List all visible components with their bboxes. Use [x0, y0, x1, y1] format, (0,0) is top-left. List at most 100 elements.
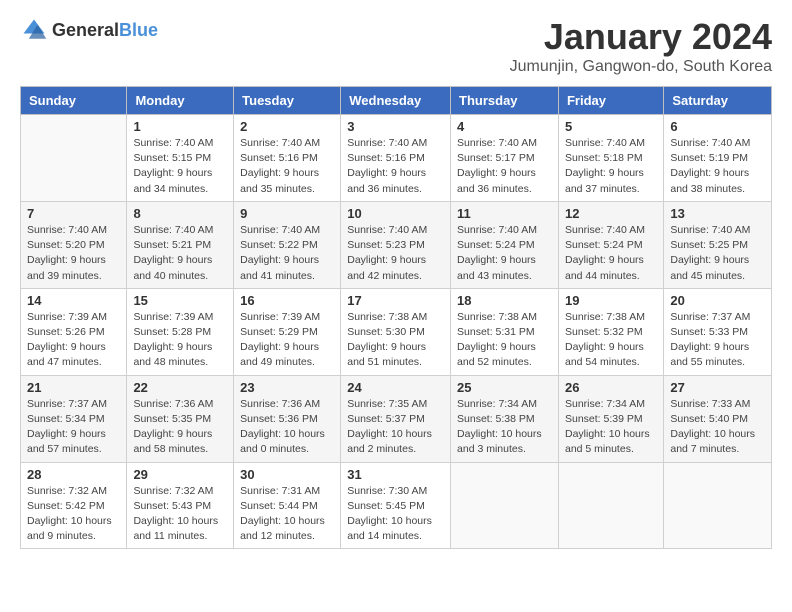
calendar-cell: 15 Sunrise: 7:39 AMSunset: 5:28 PMDayligh… — [127, 288, 234, 375]
calendar-cell: 16 Sunrise: 7:39 AMSunset: 5:29 PMDayligh… — [234, 288, 341, 375]
weekday-header-monday: Monday — [127, 87, 234, 115]
day-number: 3 — [347, 119, 444, 134]
calendar-cell: 30 Sunrise: 7:31 AMSunset: 5:44 PMDayligh… — [234, 462, 341, 549]
day-number: 16 — [240, 293, 334, 308]
day-info: Sunrise: 7:37 AMSunset: 5:33 PMDaylight:… — [670, 310, 765, 371]
day-info: Sunrise: 7:40 AMSunset: 5:19 PMDaylight:… — [670, 136, 765, 197]
day-number: 5 — [565, 119, 657, 134]
calendar-cell — [558, 462, 663, 549]
day-number: 21 — [27, 380, 120, 395]
calendar-week-row: 7 Sunrise: 7:40 AMSunset: 5:20 PMDaylight… — [21, 201, 772, 288]
day-number: 11 — [457, 206, 552, 221]
calendar-cell: 22Sunrise: 7:36 AMSunset: 5:35 PMDayligh… — [127, 375, 234, 462]
calendar-week-row: 21 Sunrise: 7:37 AMSunset: 5:34 PMDayligh… — [21, 375, 772, 462]
day-number: 7 — [27, 206, 120, 221]
calendar-cell — [664, 462, 772, 549]
day-info: Sunrise: 7:40 AMSunset: 5:20 PMDaylight:… — [27, 223, 120, 284]
day-number: 28 — [27, 467, 120, 482]
day-number: 19 — [565, 293, 657, 308]
day-number: 14 — [27, 293, 120, 308]
day-number: 22 — [133, 380, 227, 395]
title-block: January 2024 Jumunjin, Gangwon-do, South… — [510, 16, 772, 76]
day-info: Sunrise: 7:40 AMSunset: 5:16 PMDaylight:… — [347, 136, 444, 197]
day-info: Sunrise: 7:37 AMSunset: 5:34 PMDaylight:… — [27, 397, 120, 458]
day-number: 12 — [565, 206, 657, 221]
day-info: Sunrise: 7:31 AMSunset: 5:44 PMDaylight:… — [240, 484, 334, 545]
calendar-cell: 1 Sunrise: 7:40 AMSunset: 5:15 PMDaylight… — [127, 115, 234, 202]
calendar-cell: 26Sunrise: 7:34 AMSunset: 5:39 PMDayligh… — [558, 375, 663, 462]
day-number: 17 — [347, 293, 444, 308]
day-number: 8 — [133, 206, 227, 221]
day-info: Sunrise: 7:40 AMSunset: 5:22 PMDaylight:… — [240, 223, 334, 284]
page-header: GeneralBlue January 2024 Jumunjin, Gangw… — [20, 16, 772, 76]
calendar-header-row: SundayMondayTuesdayWednesdayThursdayFrid… — [21, 87, 772, 115]
calendar-week-row: 14 Sunrise: 7:39 AMSunset: 5:26 PMDayligh… — [21, 288, 772, 375]
calendar-cell: 18Sunrise: 7:38 AMSunset: 5:31 PMDayligh… — [451, 288, 559, 375]
calendar-cell: 28 Sunrise: 7:32 AMSunset: 5:42 PMDayligh… — [21, 462, 127, 549]
calendar-cell — [451, 462, 559, 549]
calendar-cell: 21 Sunrise: 7:37 AMSunset: 5:34 PMDayligh… — [21, 375, 127, 462]
weekday-header-friday: Friday — [558, 87, 663, 115]
weekday-header-tuesday: Tuesday — [234, 87, 341, 115]
calendar-cell: 5 Sunrise: 7:40 AMSunset: 5:18 PMDaylight… — [558, 115, 663, 202]
calendar-week-row: 28 Sunrise: 7:32 AMSunset: 5:42 PMDayligh… — [21, 462, 772, 549]
day-info: Sunrise: 7:30 AMSunset: 5:45 PMDaylight:… — [347, 484, 444, 545]
calendar-cell: 10 Sunrise: 7:40 AMSunset: 5:23 PMDayligh… — [341, 201, 451, 288]
day-number: 1 — [133, 119, 227, 134]
day-number: 20 — [670, 293, 765, 308]
logo-text: GeneralBlue — [52, 20, 158, 41]
logo-blue: Blue — [119, 20, 158, 40]
calendar-cell: 7 Sunrise: 7:40 AMSunset: 5:20 PMDaylight… — [21, 201, 127, 288]
day-info: Sunrise: 7:40 AMSunset: 5:23 PMDaylight:… — [347, 223, 444, 284]
calendar-cell: 31 Sunrise: 7:30 AMSunset: 5:45 PMDayligh… — [341, 462, 451, 549]
day-info: Sunrise: 7:40 AMSunset: 5:17 PMDaylight:… — [457, 136, 552, 197]
weekday-header-sunday: Sunday — [21, 87, 127, 115]
day-number: 4 — [457, 119, 552, 134]
day-number: 13 — [670, 206, 765, 221]
day-number: 10 — [347, 206, 444, 221]
calendar-cell: 17 Sunrise: 7:38 AMSunset: 5:30 PMDayligh… — [341, 288, 451, 375]
day-info: Sunrise: 7:38 AMSunset: 5:32 PMDaylight:… — [565, 310, 657, 371]
day-number: 29 — [133, 467, 227, 482]
calendar-cell: 29 Sunrise: 7:32 AMSunset: 5:43 PMDayligh… — [127, 462, 234, 549]
calendar-cell: 11 Sunrise: 7:40 AMSunset: 5:24 PMDayligh… — [451, 201, 559, 288]
location-title: Jumunjin, Gangwon-do, South Korea — [510, 58, 772, 76]
day-number: 30 — [240, 467, 334, 482]
month-title: January 2024 — [510, 16, 772, 58]
day-number: 9 — [240, 206, 334, 221]
day-info: Sunrise: 7:35 AMSunset: 5:37 PMDaylight:… — [347, 397, 444, 458]
day-info: Sunrise: 7:39 AMSunset: 5:28 PMDaylight:… — [133, 310, 227, 371]
logo-general: General — [52, 20, 119, 40]
day-number: 2 — [240, 119, 334, 134]
day-info: Sunrise: 7:40 AMSunset: 5:18 PMDaylight:… — [565, 136, 657, 197]
day-number: 15 — [133, 293, 227, 308]
calendar-table: SundayMondayTuesdayWednesdayThursdayFrid… — [20, 86, 772, 549]
calendar-cell: 4 Sunrise: 7:40 AMSunset: 5:17 PMDaylight… — [451, 115, 559, 202]
day-info: Sunrise: 7:40 AMSunset: 5:24 PMDaylight:… — [457, 223, 552, 284]
day-info: Sunrise: 7:38 AMSunset: 5:30 PMDaylight:… — [347, 310, 444, 371]
logo-icon — [20, 16, 48, 44]
day-info: Sunrise: 7:36 AMSunset: 5:36 PMDaylight:… — [240, 397, 334, 458]
calendar-cell: 19 Sunrise: 7:38 AMSunset: 5:32 PMDayligh… — [558, 288, 663, 375]
day-info: Sunrise: 7:40 AMSunset: 5:21 PMDaylight:… — [133, 223, 227, 284]
day-number: 31 — [347, 467, 444, 482]
day-info: Sunrise: 7:38 AMSunset: 5:31 PMDaylight:… — [457, 310, 552, 371]
calendar-week-row: 1 Sunrise: 7:40 AMSunset: 5:15 PMDaylight… — [21, 115, 772, 202]
day-info: Sunrise: 7:39 AMSunset: 5:29 PMDaylight:… — [240, 310, 334, 371]
day-info: Sunrise: 7:32 AMSunset: 5:43 PMDaylight:… — [133, 484, 227, 545]
calendar-cell: 3 Sunrise: 7:40 AMSunset: 5:16 PMDaylight… — [341, 115, 451, 202]
calendar-cell — [21, 115, 127, 202]
calendar-cell: 8 Sunrise: 7:40 AMSunset: 5:21 PMDaylight… — [127, 201, 234, 288]
day-info: Sunrise: 7:40 AMSunset: 5:25 PMDaylight:… — [670, 223, 765, 284]
day-info: Sunrise: 7:40 AMSunset: 5:15 PMDaylight:… — [133, 136, 227, 197]
day-number: 27 — [670, 380, 765, 395]
calendar-cell: 24Sunrise: 7:35 AMSunset: 5:37 PMDayligh… — [341, 375, 451, 462]
calendar-cell: 9 Sunrise: 7:40 AMSunset: 5:22 PMDaylight… — [234, 201, 341, 288]
day-number: 23 — [240, 380, 334, 395]
day-info: Sunrise: 7:33 AMSunset: 5:40 PMDaylight:… — [670, 397, 765, 458]
day-info: Sunrise: 7:39 AMSunset: 5:26 PMDaylight:… — [27, 310, 120, 371]
day-number: 6 — [670, 119, 765, 134]
day-info: Sunrise: 7:40 AMSunset: 5:16 PMDaylight:… — [240, 136, 334, 197]
day-info: Sunrise: 7:34 AMSunset: 5:38 PMDaylight:… — [457, 397, 552, 458]
day-info: Sunrise: 7:32 AMSunset: 5:42 PMDaylight:… — [27, 484, 120, 545]
